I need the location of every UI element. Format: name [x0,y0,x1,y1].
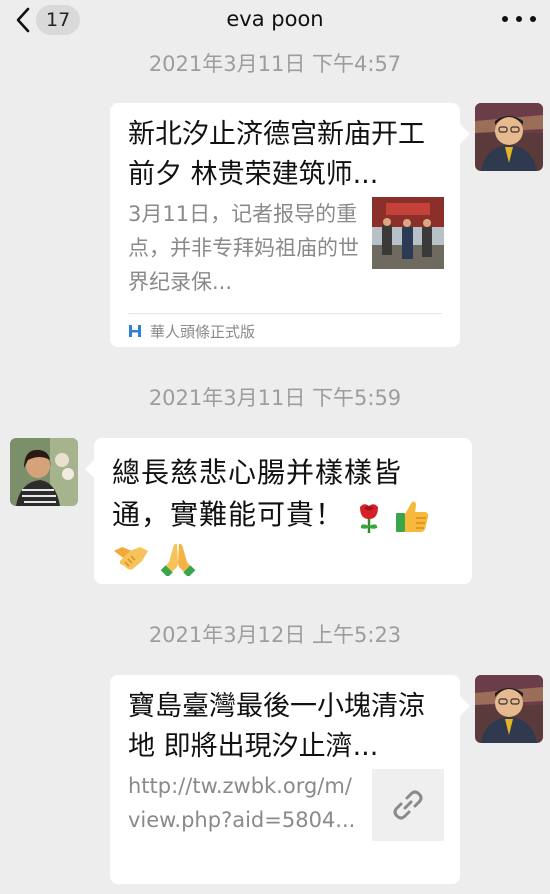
more-dot-icon [516,16,522,22]
article-source: 華人頭條正式版 [128,321,255,341]
link-preview-box [372,769,444,841]
link-url: http://tw.zwbk.org/m/view.php?aid=5804..… [128,774,356,832]
link-icon [393,790,423,820]
chat-header: 17 eva poon [0,0,550,40]
link-card[interactable]: 寶島臺灣最後一小塊清涼地 即將出現汐止濟... http://tw.zwbk.o… [110,675,460,884]
timestamp: 2021年3月11日 下午4:57 [148,52,402,76]
message-bubble[interactable]: 總長慈悲心腸并樣樣皆通，實難能可貴！ [94,438,472,584]
timestamp: 2021年3月12日 上午5:23 [148,623,402,647]
link-title: 寶島臺灣最後一小塊清涼地 即將出現汐止濟... [128,691,425,762]
card-divider [128,313,442,314]
more-dot-icon [502,16,508,22]
timestamp: 2021年3月11日 下午5:59 [148,386,402,410]
article-summary: 3月11日，记者报导的重点，并非专拜妈祖庙的世界纪录保... [128,202,359,294]
source-logo-icon [129,325,141,337]
article-thumbnail [372,197,444,269]
handshake-icon [114,547,148,570]
article-card[interactable]: 新北汐止济德宫新庙开工前夕 林贵荣建筑师... 3月11日，记者报导的重点，并非… [110,103,460,347]
chat-title: eva poon [226,7,324,31]
contact-avatar[interactable] [475,103,543,171]
contact-avatar[interactable] [475,675,543,743]
message-text: 總長慈悲心腸并樣樣皆通，實難能可貴！ [112,452,456,578]
source-name: 華人頭條正式版 [150,322,256,341]
thumbs-up-icon [395,501,429,532]
more-options-button[interactable] [502,8,536,30]
contact-avatar[interactable] [10,438,78,506]
article-title: 新北汐止济德宫新庙开工前夕 林贵荣建筑师... [128,119,425,190]
rose-icon [359,504,378,533]
folded-hands-icon [160,543,196,576]
more-dot-icon [530,16,536,22]
